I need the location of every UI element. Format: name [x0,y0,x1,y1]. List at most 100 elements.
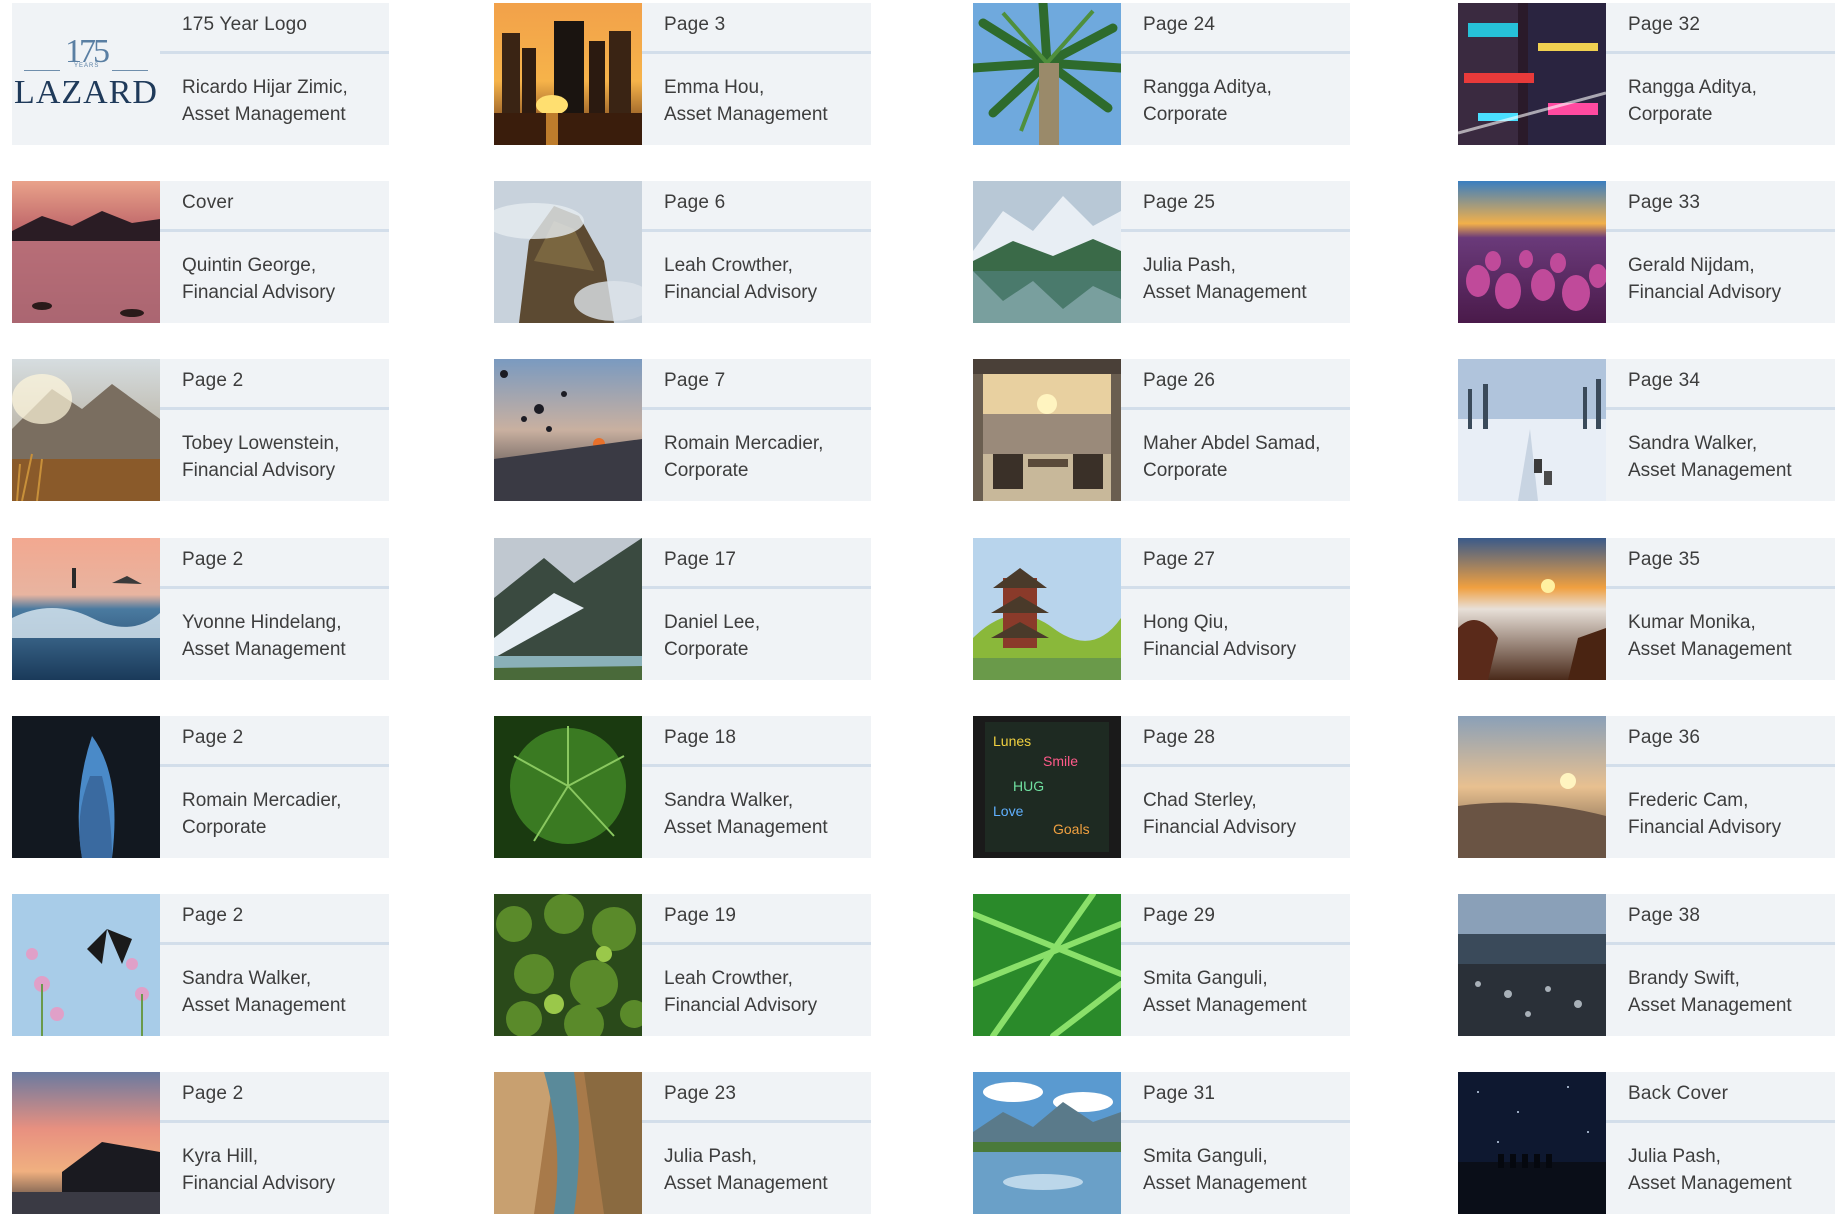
photo-credit-card: Page 29 Smita Ganguli, Asset Management [973,894,1350,1036]
photographer-credit: Sandra Walker, Asset Management [1628,430,1792,484]
photo-credit-card: Cover Quintin George, Financial Advisory [12,181,389,323]
divider [1606,586,1835,589]
page-label: Page 33 [1628,192,1701,213]
photo-thumbnail [12,538,160,680]
divider [1121,586,1350,589]
page-label: Page 2 [182,549,244,570]
page-label: Page 6 [664,192,726,213]
page-label: Page 2 [182,727,244,748]
photographer-credit: Frederic Cam, Financial Advisory [1628,787,1781,841]
photographer-name: Rangga Aditya, [1628,77,1757,98]
photographer-name: Sandra Walker, [664,790,794,811]
photo-credit-card: Page 2 Tobey Lowenstein, Financial Advis… [12,359,389,501]
photographer-credit: Daniel Lee, Corporate [664,609,760,663]
photo-credit-card: Page 2 Kyra Hill, Financial Advisory [12,1072,389,1214]
svg-text:Smile: Smile [1043,753,1078,769]
photo-thumbnail [1458,359,1606,501]
page-label: Page 32 [1628,14,1701,35]
photographer-department: Corporate [1143,460,1228,481]
photo-credit-card: Page 31 Smita Ganguli, Asset Management [973,1072,1350,1214]
photo-thumbnail: Lunes Smile HUG Love Goals [973,716,1121,858]
photo-thumbnail [1458,894,1606,1036]
page-label: Page 28 [1143,727,1216,748]
page-label: Page 25 [1143,192,1216,213]
photographer-name: Maher Abdel Samad, [1143,433,1321,454]
photographer-name: Gerald Nijdam, [1628,255,1755,276]
photo-thumbnail [12,359,160,501]
photo-thumbnail [1458,1072,1606,1214]
photographer-department: Corporate [182,817,267,838]
photographer-department: Asset Management [664,817,828,838]
photographer-credit: Yvonne Hindelang, Asset Management [182,609,346,663]
svg-text:Lunes: Lunes [993,733,1031,749]
page-label: Page 19 [664,905,737,926]
photo-thumbnail [494,716,642,858]
divider [1121,942,1350,945]
photo-credit-card: Page 7 Romain Mercadier, Corporate [494,359,871,501]
divider [642,764,871,767]
photographer-department: Financial Advisory [182,1173,336,1194]
divider [642,942,871,945]
photo-thumbnail [494,1072,642,1214]
photographer-credit: Rangga Aditya, Corporate [1143,74,1272,128]
photo-credit-card: Page 6 Leah Crowther, Financial Advisory [494,181,871,323]
photographer-credit: Quintin George, Financial Advisory [182,252,335,306]
logo-years-text: YEARS [74,63,100,69]
divider [160,407,389,410]
photo-credit-card: Lunes Smile HUG Love Goals Page 28 Chad Ste… [973,716,1350,858]
photo-credit-card: Page 38 Brandy Swift, Asset Management [1458,894,1835,1036]
photographer-name: Julia Pash, [664,1146,757,1167]
divider [642,229,871,232]
divider [1121,407,1350,410]
photo-thumbnail [494,538,642,680]
photographer-credit: Smita Ganguli, Asset Management [1143,1143,1307,1197]
divider [1606,942,1835,945]
photographer-name: Brandy Swift, [1628,968,1740,989]
photographer-credit: Julia Pash, Asset Management [1143,252,1307,306]
photographer-credit: Romain Mercadier, Corporate [182,787,341,841]
lazard-175-logo: 175 YEARS LAZARD [12,3,160,145]
photo-thumbnail [973,894,1121,1036]
page-label: Page 24 [1143,14,1216,35]
photographer-name: Chad Sterley, [1143,790,1257,811]
photographer-credit: Ricardo Hijar Zimic, Asset Management [182,74,348,128]
photo-thumbnail [1458,3,1606,145]
photo-credit-card: Page 18 Sandra Walker, Asset Management [494,716,871,858]
page-label: Page 29 [1143,905,1216,926]
photo-credit-card: Page 35 Kumar Monika, Asset Management [1458,538,1835,680]
photographer-name: Kumar Monika, [1628,612,1756,633]
photographer-department: Asset Management [664,104,828,125]
divider [1606,407,1835,410]
page-label: Page 27 [1143,549,1216,570]
photographer-department: Financial Advisory [1628,282,1782,303]
photographer-name: Smita Ganguli, [1143,1146,1268,1167]
photographer-name: Leah Crowther, [664,968,793,989]
photo-credit-card: Page 2 Romain Mercadier, Corporate [12,716,389,858]
photo-credit-card: Page 27 Hong Qiu, Financial Advisory [973,538,1350,680]
photographer-department: Financial Advisory [1143,639,1297,660]
divider [160,764,389,767]
photographer-department: Asset Management [1628,995,1792,1016]
photographer-department: Corporate [1143,104,1228,125]
photographer-department: Corporate [664,639,749,660]
page-label: 175 Year Logo [182,14,308,35]
photographer-name: Romain Mercadier, [664,433,824,454]
photographer-name: Tobey Lowenstein, [182,433,340,454]
photo-credit-card: Page 2 Sandra Walker, Asset Management [12,894,389,1036]
page-label: Page 35 [1628,549,1701,570]
photographer-credit: Rangga Aditya, Corporate [1628,74,1757,128]
photographer-department: Financial Advisory [182,460,336,481]
photographer-name: Rangga Aditya, [1143,77,1272,98]
photo-thumbnail [973,3,1121,145]
photographer-name: Yvonne Hindelang, [182,612,342,633]
divider [642,1120,871,1123]
photo-credit-card: Page 34 Sandra Walker, Asset Management [1458,359,1835,501]
svg-text:Goals: Goals [1053,821,1090,837]
photographer-department: Financial Advisory [664,995,818,1016]
photo-thumbnail [973,181,1121,323]
photo-thumbnail [494,3,642,145]
photo-thumbnail [494,181,642,323]
divider [642,586,871,589]
photo-credit-card: Page 36 Frederic Cam, Financial Advisory [1458,716,1835,858]
photographer-credit: Leah Crowther, Financial Advisory [664,965,817,1019]
